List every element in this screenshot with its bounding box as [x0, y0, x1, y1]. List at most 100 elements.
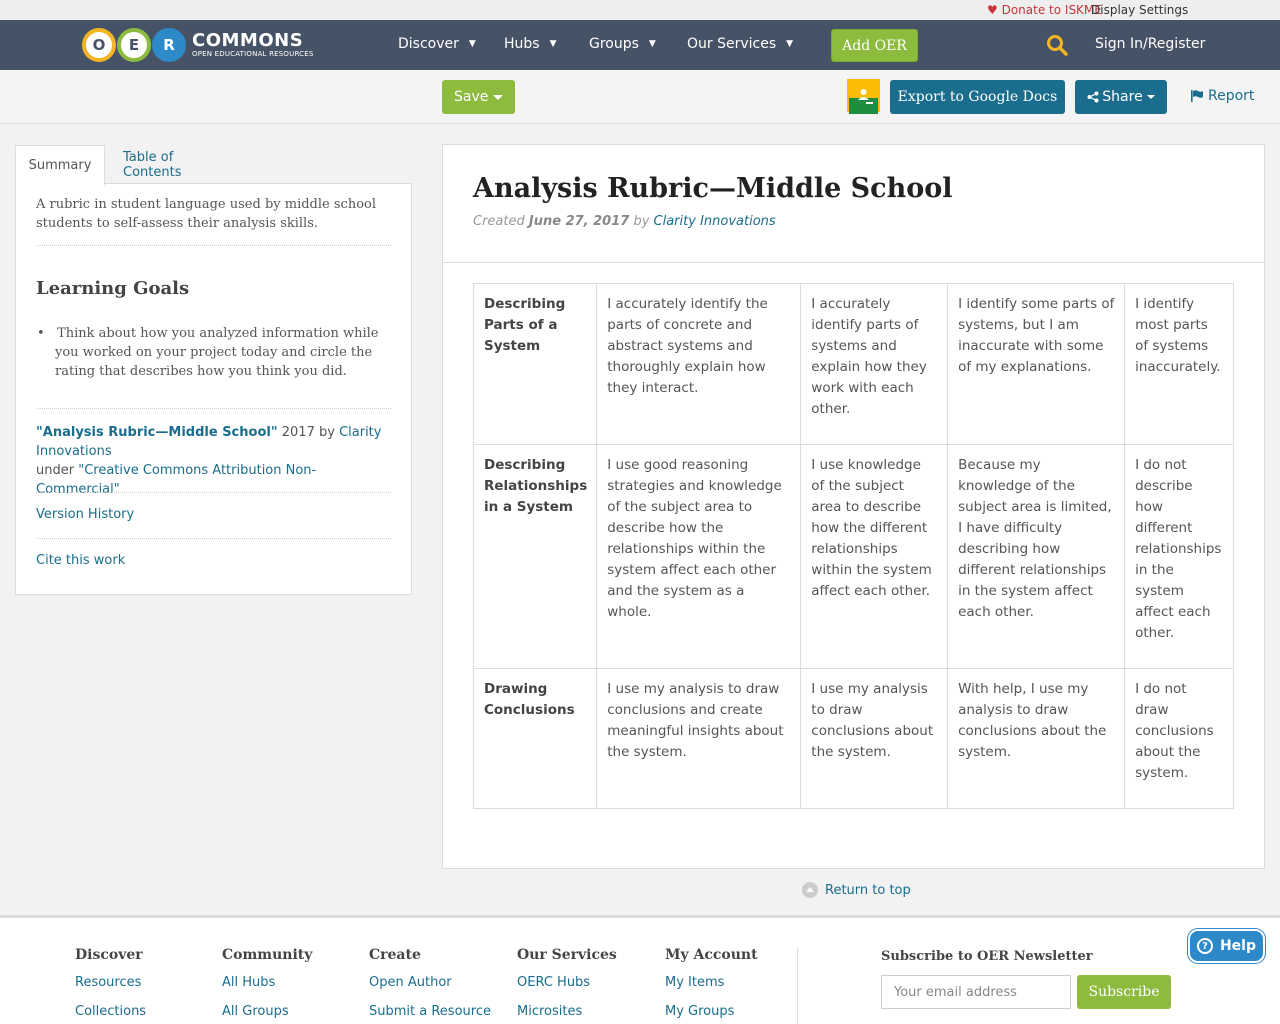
rubric-cell: I accurately identify the parts of concr…: [596, 283, 802, 445]
resource-toolbar: Save Export to Google Docs Share Report: [0, 70, 1280, 124]
footer-link-my-items[interactable]: My Items: [665, 975, 758, 1004]
learning-goal-item: • Think about how you analyzed informati…: [37, 324, 395, 381]
caret-down-icon: [493, 95, 503, 100]
version-history-link[interactable]: Version History: [36, 507, 134, 522]
nav-discover[interactable]: Discover ▼: [398, 36, 476, 52]
rubric-cell: I accurately identify parts of systems a…: [800, 283, 949, 445]
rubric-criterion: Drawing Conclusions: [472, 668, 598, 809]
divider: [36, 538, 391, 539]
export-google-docs-button[interactable]: Export to Google Docs: [890, 80, 1065, 114]
save-button[interactable]: Save: [442, 80, 515, 114]
save-label: Save: [454, 89, 489, 105]
utility-bar: ♥ Donate to ISKME Display Settings: [0, 0, 1280, 20]
chevron-down-icon: ▼: [648, 39, 656, 49]
footer-heading: My Account: [665, 947, 758, 963]
cite-this-work-link[interactable]: Cite this work: [36, 553, 125, 568]
subscribe-button[interactable]: Subscribe: [1077, 975, 1171, 1009]
created-date: June 27, 2017: [528, 214, 630, 229]
site-footer: Discover Resources Collections Community…: [0, 915, 1280, 1024]
rubric-cell: I do not describe how different relation…: [1124, 444, 1234, 669]
search-icon-svg: [1047, 35, 1068, 56]
author-link[interactable]: Clarity Innovations: [654, 214, 776, 229]
footer-heading: Discover: [75, 947, 143, 963]
footer-link-all-hubs[interactable]: All Hubs: [222, 975, 312, 1004]
arrow-up-circle-icon: [802, 882, 818, 898]
return-to-top-label: Return to top: [825, 882, 911, 898]
share-button[interactable]: Share: [1075, 80, 1167, 114]
footer-link-submit-resource[interactable]: Submit a Resource: [369, 1004, 491, 1024]
footer-link-collections[interactable]: Collections: [75, 1004, 146, 1024]
table-row: Describing Relationships in a System I u…: [472, 444, 1234, 669]
rubric-cell: I identify some parts of systems, but I …: [947, 283, 1126, 445]
summary-panel: A rubric in student language used by mid…: [15, 183, 412, 595]
donate-link[interactable]: ♥ Donate to ISKME: [987, 3, 1102, 17]
search-icon[interactable]: [1046, 34, 1068, 56]
main-nav: O E R COMMONS OPEN EDUCATIONAL RESOURCES…: [0, 20, 1280, 70]
display-settings-link[interactable]: Display Settings: [1091, 3, 1188, 17]
table-row: Drawing Conclusions I use my analysis to…: [472, 668, 1234, 809]
share-label: Share: [1102, 89, 1143, 105]
footer-col-our-services: Our Services OERC Hubs Microsites: [517, 947, 617, 1024]
divider: [36, 492, 391, 493]
footer-divider: [797, 948, 798, 1024]
rubric-cell: I use knowledge of the subject area to d…: [800, 444, 949, 669]
logo-letter-e: E: [117, 28, 151, 62]
attribution-under: under: [36, 463, 79, 478]
tab-table-of-contents[interactable]: Table of Contents: [123, 145, 229, 184]
bullet-icon: •: [37, 326, 58, 341]
footer-link-all-groups[interactable]: All Groups: [222, 1004, 312, 1024]
footer-heading: Create: [369, 947, 421, 963]
help-label: Help: [1219, 938, 1257, 954]
google-classroom-icon-svg: [858, 89, 873, 104]
logo-letter-r: R: [152, 28, 186, 62]
add-oer-button[interactable]: Add OER: [831, 29, 918, 62]
footer-link-oerc-hubs[interactable]: OERC Hubs: [517, 975, 617, 1004]
logo-letter-o: O: [82, 28, 116, 62]
newsletter-email-input[interactable]: [881, 975, 1071, 1009]
nav-our-services-label: Our Services: [687, 36, 777, 52]
rubric-cell: Because my knowledge of the subject area…: [947, 444, 1126, 669]
footer-link-open-author[interactable]: Open Author: [369, 975, 491, 1004]
rubric-cell: I identify most parts of systems inaccur…: [1124, 283, 1234, 445]
nav-groups[interactable]: Groups ▼: [589, 36, 656, 52]
rubric-criterion: Describing Relationships in a System: [472, 444, 598, 669]
tab-summary[interactable]: Summary: [15, 145, 105, 185]
sign-in-register-link[interactable]: Sign In/Register: [1095, 36, 1205, 52]
learning-goals-list: • Think about how you analyzed informati…: [37, 324, 395, 381]
table-row: Describing Parts of a System I accuratel…: [472, 283, 1234, 445]
attribution-title-link[interactable]: "Analysis Rubric—Middle School": [36, 425, 278, 440]
created-label: Created: [473, 214, 529, 229]
return-to-top-link[interactable]: Return to top: [802, 882, 911, 898]
footer-heading: Community: [222, 947, 313, 963]
chevron-down-icon: ▼: [786, 39, 794, 49]
rubric-cell: I use my analysis to draw conclusions an…: [596, 668, 802, 809]
caret-down-icon: [1146, 95, 1155, 99]
nav-our-services[interactable]: Our Services ▼: [687, 36, 793, 52]
rubric-cell: I do not draw conclusions about the syst…: [1124, 668, 1234, 809]
oer-commons-logo[interactable]: O E R COMMONS OPEN EDUCATIONAL RESOURCES: [82, 25, 314, 65]
google-classroom-icon-inner: [849, 89, 878, 114]
nav-groups-label: Groups: [589, 36, 639, 52]
footer-link-resources[interactable]: Resources: [75, 975, 146, 1004]
google-classroom-icon[interactable]: [847, 79, 880, 114]
footer-col-discover: Discover Resources Collections: [75, 947, 146, 1024]
footer-heading: Our Services: [517, 947, 617, 963]
footer-col-create: Create Open Author Submit a Resource: [369, 947, 491, 1024]
footer-link-my-groups[interactable]: My Groups: [665, 1004, 758, 1024]
nav-hubs[interactable]: Hubs ▼: [504, 36, 557, 52]
footer-link-microsites[interactable]: Microsites: [517, 1004, 617, 1024]
analysis-rubric-table: Describing Parts of a System I accuratel…: [472, 283, 1234, 809]
logo-wordmark: COMMONS OPEN EDUCATIONAL RESOURCES: [192, 32, 314, 58]
resource-summary: A rubric in student language used by mid…: [36, 197, 376, 231]
nav-discover-label: Discover: [398, 36, 459, 52]
resource-meta: Created June 27, 2017 by Clarity Innovat…: [473, 214, 776, 229]
learning-goal-text: Think about how you analyzed information…: [55, 326, 379, 379]
heart-icon: ♥: [987, 3, 998, 17]
report-link[interactable]: Report: [1190, 88, 1254, 104]
sidebar-tabs: Summary Table of Contents: [15, 145, 412, 185]
page-title: Analysis Rubric—Middle School: [473, 173, 953, 204]
rubric-cell: I use my analysis to draw conclusions ab…: [800, 668, 949, 809]
help-button[interactable]: ? Help: [1188, 929, 1265, 963]
divider: [36, 245, 391, 246]
logo-tagline: OPEN EDUCATIONAL RESOURCES: [192, 50, 314, 58]
